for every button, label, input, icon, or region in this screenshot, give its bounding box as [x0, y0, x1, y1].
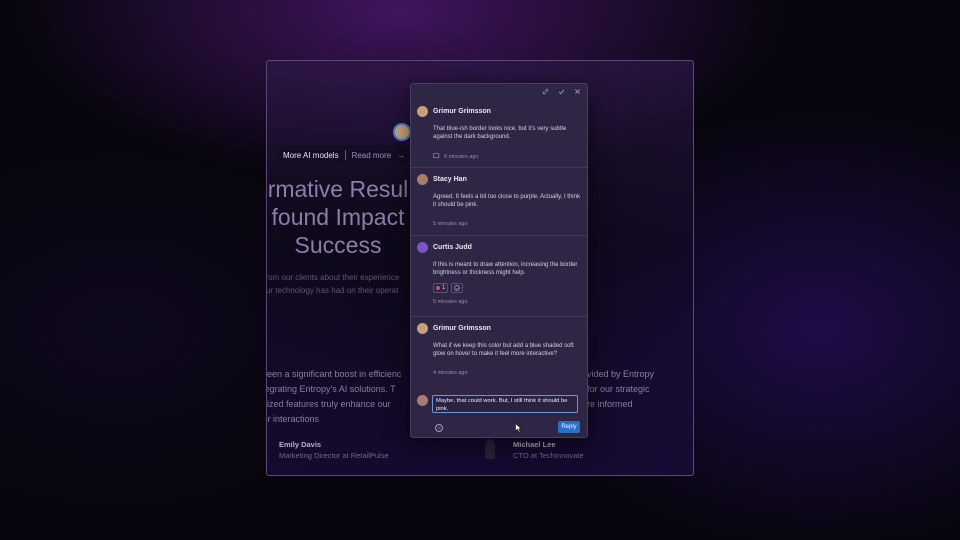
author-right-photo: [485, 439, 495, 459]
quote-left-line-2: integrating Entropy's AI solutions. T: [266, 384, 396, 394]
reaction-heart[interactable]: 1: [433, 283, 449, 293]
comment-time: 5 minutes ago: [433, 299, 468, 305]
author-right-name: Michael Lee: [513, 440, 556, 449]
quote-left-line-4: mer interactions: [267, 414, 320, 424]
comment-text: What if we keep this color but add a blu…: [433, 343, 574, 357]
avatar: [417, 395, 428, 406]
comment-item: Grimur Grimsson That blue-ish border loo…: [411, 100, 587, 168]
check-icon[interactable]: [558, 88, 565, 97]
comment-marker-avatar[interactable]: [393, 123, 411, 141]
close-icon[interactable]: [574, 88, 581, 97]
comment-item: Stacy Han Agreed. It feels a bit too clo…: [411, 168, 587, 236]
reply-button[interactable]: Reply: [558, 421, 580, 433]
author-right-role: CTO at TechInnovate: [513, 451, 584, 460]
comment-time: 4 minutes ago: [433, 370, 468, 376]
author-left-role: Marketing Director at RetailPulse: [279, 451, 389, 460]
page-headline: rmative Resul found Impact Success: [267, 175, 423, 259]
reaction-count: 1: [442, 285, 446, 291]
reply-composer: ☺ Reply: [411, 388, 587, 437]
headline-line-2: found Impact: [271, 204, 405, 230]
comment-author: Grimur Grimsson: [433, 325, 491, 332]
quote-right-line-3: re informed: [587, 399, 633, 409]
page-lead: y from our clients about their experienc…: [266, 271, 417, 297]
quote-right-line-1: vided by Entropy: [587, 369, 655, 379]
emoji-icon[interactable]: ☺: [435, 424, 443, 432]
testimonial-quote-left: e seen a significant boost in efficienc …: [266, 367, 405, 427]
mouse-cursor-icon: [515, 420, 523, 433]
comment-author: Stacy Han: [433, 176, 467, 183]
lead-line-2: t our technology has had on their operat: [266, 286, 399, 295]
avatar: [417, 106, 428, 117]
comment-text: That blue-ish border looks nice, but it'…: [433, 126, 567, 140]
headline-line-1: rmative Resul: [267, 176, 409, 202]
quote-left-line-3: nalized features truly enhance our: [266, 399, 391, 409]
author-right: Michael Lee CTO at TechInnovate: [513, 439, 584, 461]
arrow-right-icon: →: [397, 150, 406, 160]
comment-thread-panel: Grimur Grimsson That blue-ish border loo…: [410, 83, 588, 438]
reply-input[interactable]: [432, 395, 578, 413]
link-icon[interactable]: [542, 88, 549, 97]
headline-line-3: Success: [294, 232, 382, 258]
comment-author: Curtis Judd: [433, 244, 472, 251]
lead-line-1: y from our clients about their experienc…: [266, 273, 400, 282]
comment-item: Grimur Grimsson What if we keep this col…: [411, 317, 587, 390]
comment-text: Agreed. It feels a bit too close to purp…: [433, 194, 580, 208]
more-ai-models-pill[interactable]: More AI models Read more →: [277, 145, 412, 165]
quote-right-line-2: for our strategic: [587, 384, 650, 394]
testimonial-quote-right: vided by Entropy for our strategic re in…: [587, 367, 693, 412]
author-left-name: Emily Davis: [279, 440, 322, 449]
reply-arrow-icon[interactable]: [433, 153, 440, 161]
comment-text: If this is meant to draw attention, incr…: [433, 262, 578, 276]
quote-left-line-1: e seen a significant boost in efficienc: [266, 369, 402, 379]
add-reaction-button[interactable]: [451, 283, 464, 293]
read-more-link[interactable]: Read more: [352, 151, 392, 160]
pill-divider: [344, 150, 346, 160]
heart-icon: [436, 286, 440, 290]
comment-author: Grimur Grimsson: [433, 108, 491, 115]
avatar: [417, 174, 428, 185]
panel-toolbar: [411, 84, 587, 100]
add-emoji-icon: [454, 285, 461, 291]
pill-label: More AI models: [283, 150, 339, 160]
comment-time: 5 minutes ago: [433, 221, 468, 227]
avatar: [417, 242, 428, 253]
comment-time: 5 minutes ago: [444, 154, 479, 160]
avatar: [417, 323, 428, 334]
comment-item: Curtis Judd If this is meant to draw att…: [411, 236, 587, 317]
author-left: Emily Davis Marketing Director at Retail…: [279, 439, 389, 461]
